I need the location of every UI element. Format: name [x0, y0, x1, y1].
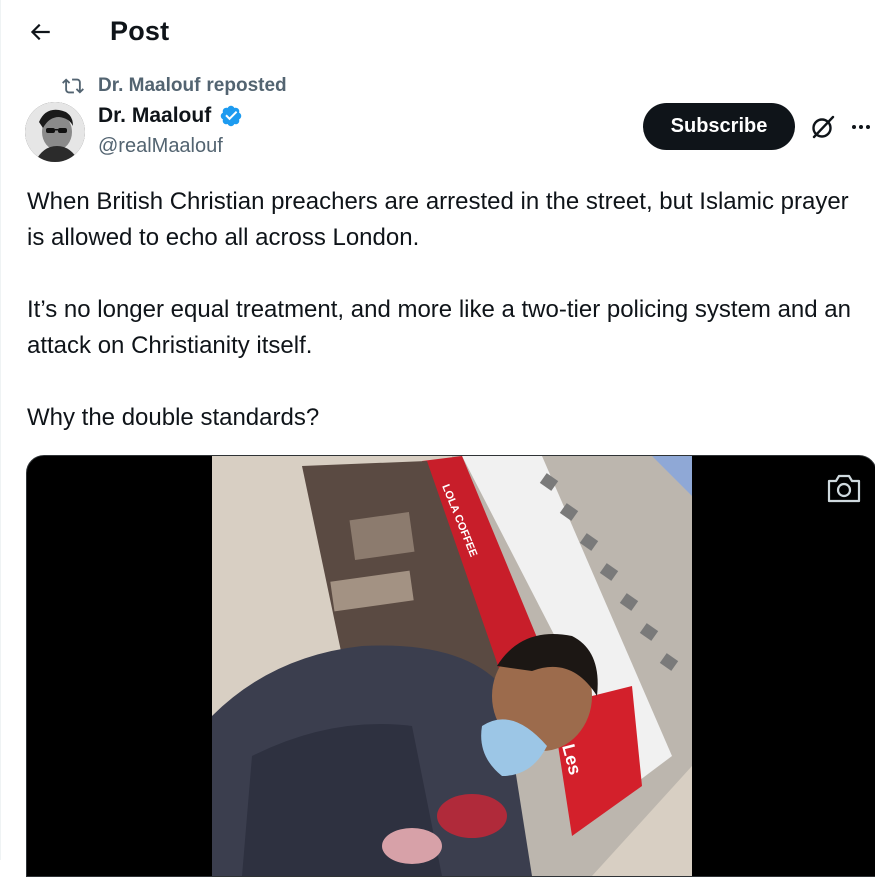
author-handle[interactable]: @realMaalouf — [98, 135, 223, 158]
repost-user-link[interactable]: Dr. Maalouf — [98, 75, 200, 97]
subscribe-button[interactable]: Subscribe — [643, 103, 795, 150]
left-border — [0, 0, 1, 860]
camera-button[interactable] — [824, 470, 864, 506]
repost-label: reposted — [206, 75, 287, 96]
repost-indicator: Dr. Maalouf reposted — [62, 74, 287, 98]
video-player[interactable]: LOLA COFFEE Les — [26, 455, 875, 877]
more-options-button[interactable] — [846, 112, 875, 142]
page-title: Post — [110, 16, 170, 46]
author-name-row: Dr. Maalouf — [98, 104, 243, 128]
verified-badge-icon[interactable] — [219, 104, 243, 128]
repost-icon — [62, 74, 86, 98]
more-icon — [852, 125, 870, 129]
post-text: When British Christian preachers are arr… — [27, 184, 867, 436]
avatar[interactable] — [25, 102, 85, 162]
post-header: Post — [0, 0, 875, 66]
post-paragraph: When British Christian preachers are arr… — [27, 188, 849, 251]
post-paragraph: It’s no longer equal treatment, and more… — [27, 296, 851, 359]
back-button[interactable] — [22, 14, 58, 50]
grok-icon — [812, 115, 835, 139]
grok-button[interactable] — [806, 110, 840, 144]
author-name[interactable]: Dr. Maalouf — [98, 104, 211, 128]
post-paragraph: Why the double standards? — [27, 404, 320, 431]
arrow-left-icon — [30, 23, 50, 41]
video-thumbnail[interactable]: LOLA COFFEE Les — [212, 456, 692, 876]
camera-icon — [827, 474, 861, 503]
